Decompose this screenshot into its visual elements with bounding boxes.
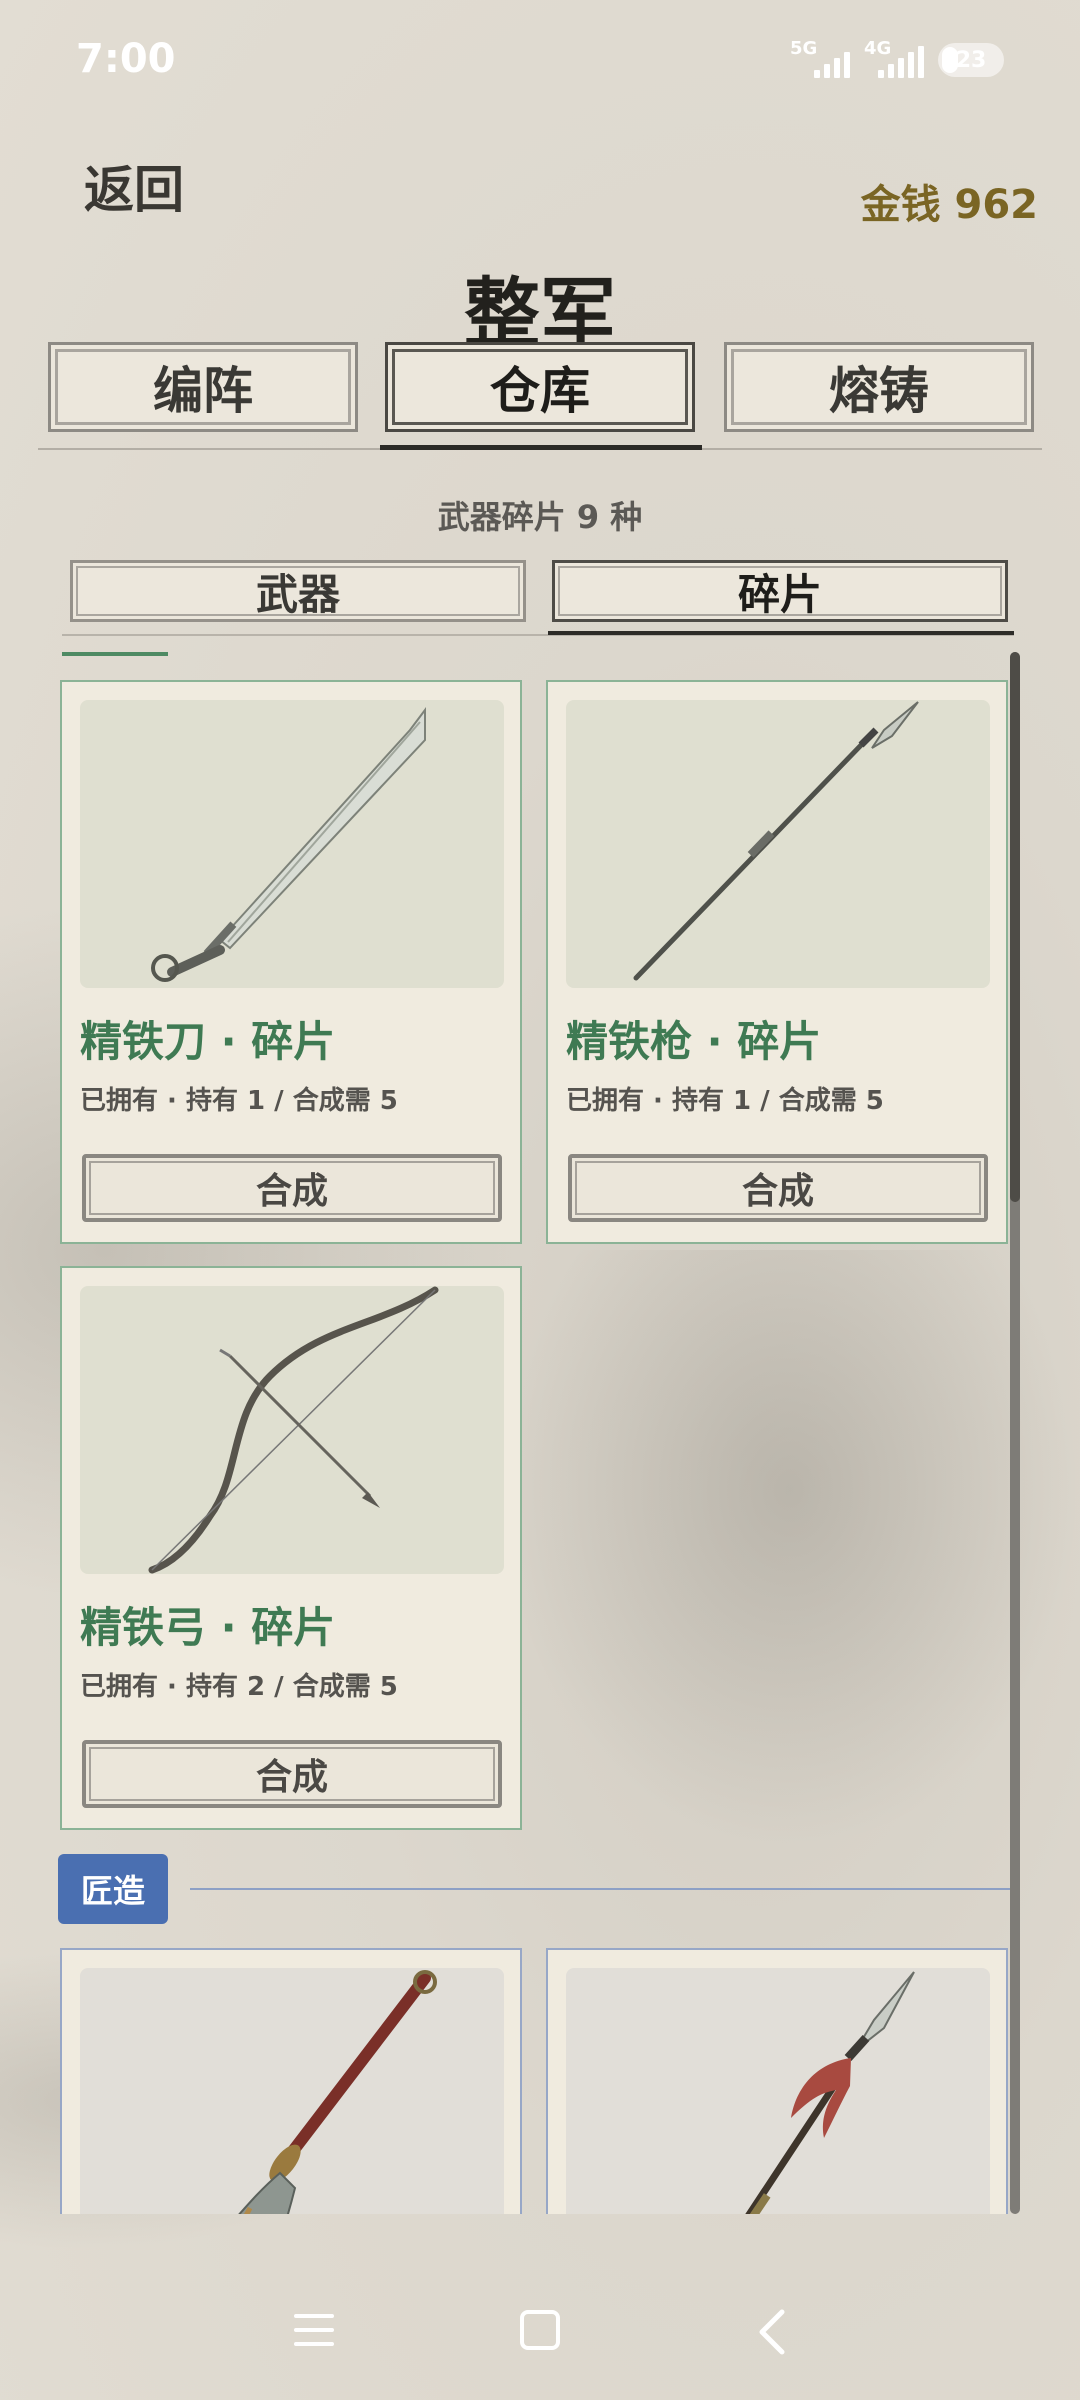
subtab-fragments[interactable]: 碎片 (552, 560, 1008, 622)
synthesize-button[interactable]: 合成 (82, 1740, 502, 1808)
back-button[interactable]: 返回 (84, 150, 184, 222)
red-tassel-spear-icon (566, 1968, 990, 2214)
tab-warehouse[interactable]: 仓库 (385, 342, 695, 432)
section-marker (62, 652, 168, 656)
battery-level: 23 (955, 47, 987, 73)
money-display: 金钱 962 (860, 182, 1038, 228)
scrollbar-thumb[interactable] (1010, 652, 1020, 1202)
fragment-name: 精铁刀 · 碎片 (80, 1017, 336, 1066)
glaive-icon (80, 1968, 504, 2214)
tab-formation[interactable]: 编阵 (48, 342, 358, 432)
fragment-card[interactable]: 精铁弓 · 碎片 已拥有 · 持有 2 / 合成需 5 合成 (60, 1266, 522, 1830)
forge-card[interactable] (546, 1948, 1008, 2214)
fragment-card[interactable]: 精铁刀 · 碎片 已拥有 · 持有 1 / 合成需 5 合成 (60, 680, 522, 1244)
fragment-detail: 已拥有 · 持有 1 / 合成需 5 (566, 1086, 884, 1116)
home-icon[interactable] (520, 2310, 560, 2350)
forge-section-badge: 匠造 (58, 1854, 168, 1924)
fragment-name: 精铁弓 · 碎片 (80, 1603, 336, 1652)
back-arrow-icon[interactable] (752, 2308, 792, 2356)
forge-section-divider (190, 1888, 1020, 1890)
status-icons: 5G 4G 23 (790, 38, 1004, 82)
fragment-detail: 已拥有 · 持有 1 / 合成需 5 (80, 1086, 398, 1116)
spear-icon (566, 700, 990, 988)
synthesize-button[interactable]: 合成 (568, 1154, 988, 1222)
forge-card[interactable] (60, 1948, 522, 2214)
sword-icon (80, 700, 504, 988)
battery-icon: 23 (938, 43, 1004, 77)
menu-icon[interactable] (294, 2312, 334, 2348)
active-tab-indicator (380, 445, 702, 450)
fragment-card[interactable]: 精铁枪 · 碎片 已拥有 · 持有 1 / 合成需 5 合成 (546, 680, 1008, 1244)
fragment-count: 武器碎片 9 种 (437, 498, 643, 536)
bow-icon (80, 1286, 504, 1574)
status-time: 7:00 (76, 36, 176, 82)
signal-5g-icon: 5G (790, 38, 850, 82)
fragment-detail: 已拥有 · 持有 2 / 合成需 5 (80, 1672, 398, 1702)
synthesize-button[interactable]: 合成 (82, 1154, 502, 1222)
tab-smelting[interactable]: 熔铸 (724, 342, 1034, 432)
active-subtab-indicator (548, 631, 1014, 635)
subtab-weapons[interactable]: 武器 (70, 560, 526, 622)
fragment-list[interactable]: 精铁刀 · 碎片 已拥有 · 持有 1 / 合成需 5 合成 精铁枪 · 碎片 … (58, 662, 1020, 2214)
system-nav-bar (0, 2290, 1080, 2380)
main-tabs: 编阵 仓库 熔铸 (38, 342, 1042, 452)
signal-4g-icon: 4G (864, 38, 924, 82)
fragment-name: 精铁枪 · 碎片 (566, 1017, 822, 1066)
